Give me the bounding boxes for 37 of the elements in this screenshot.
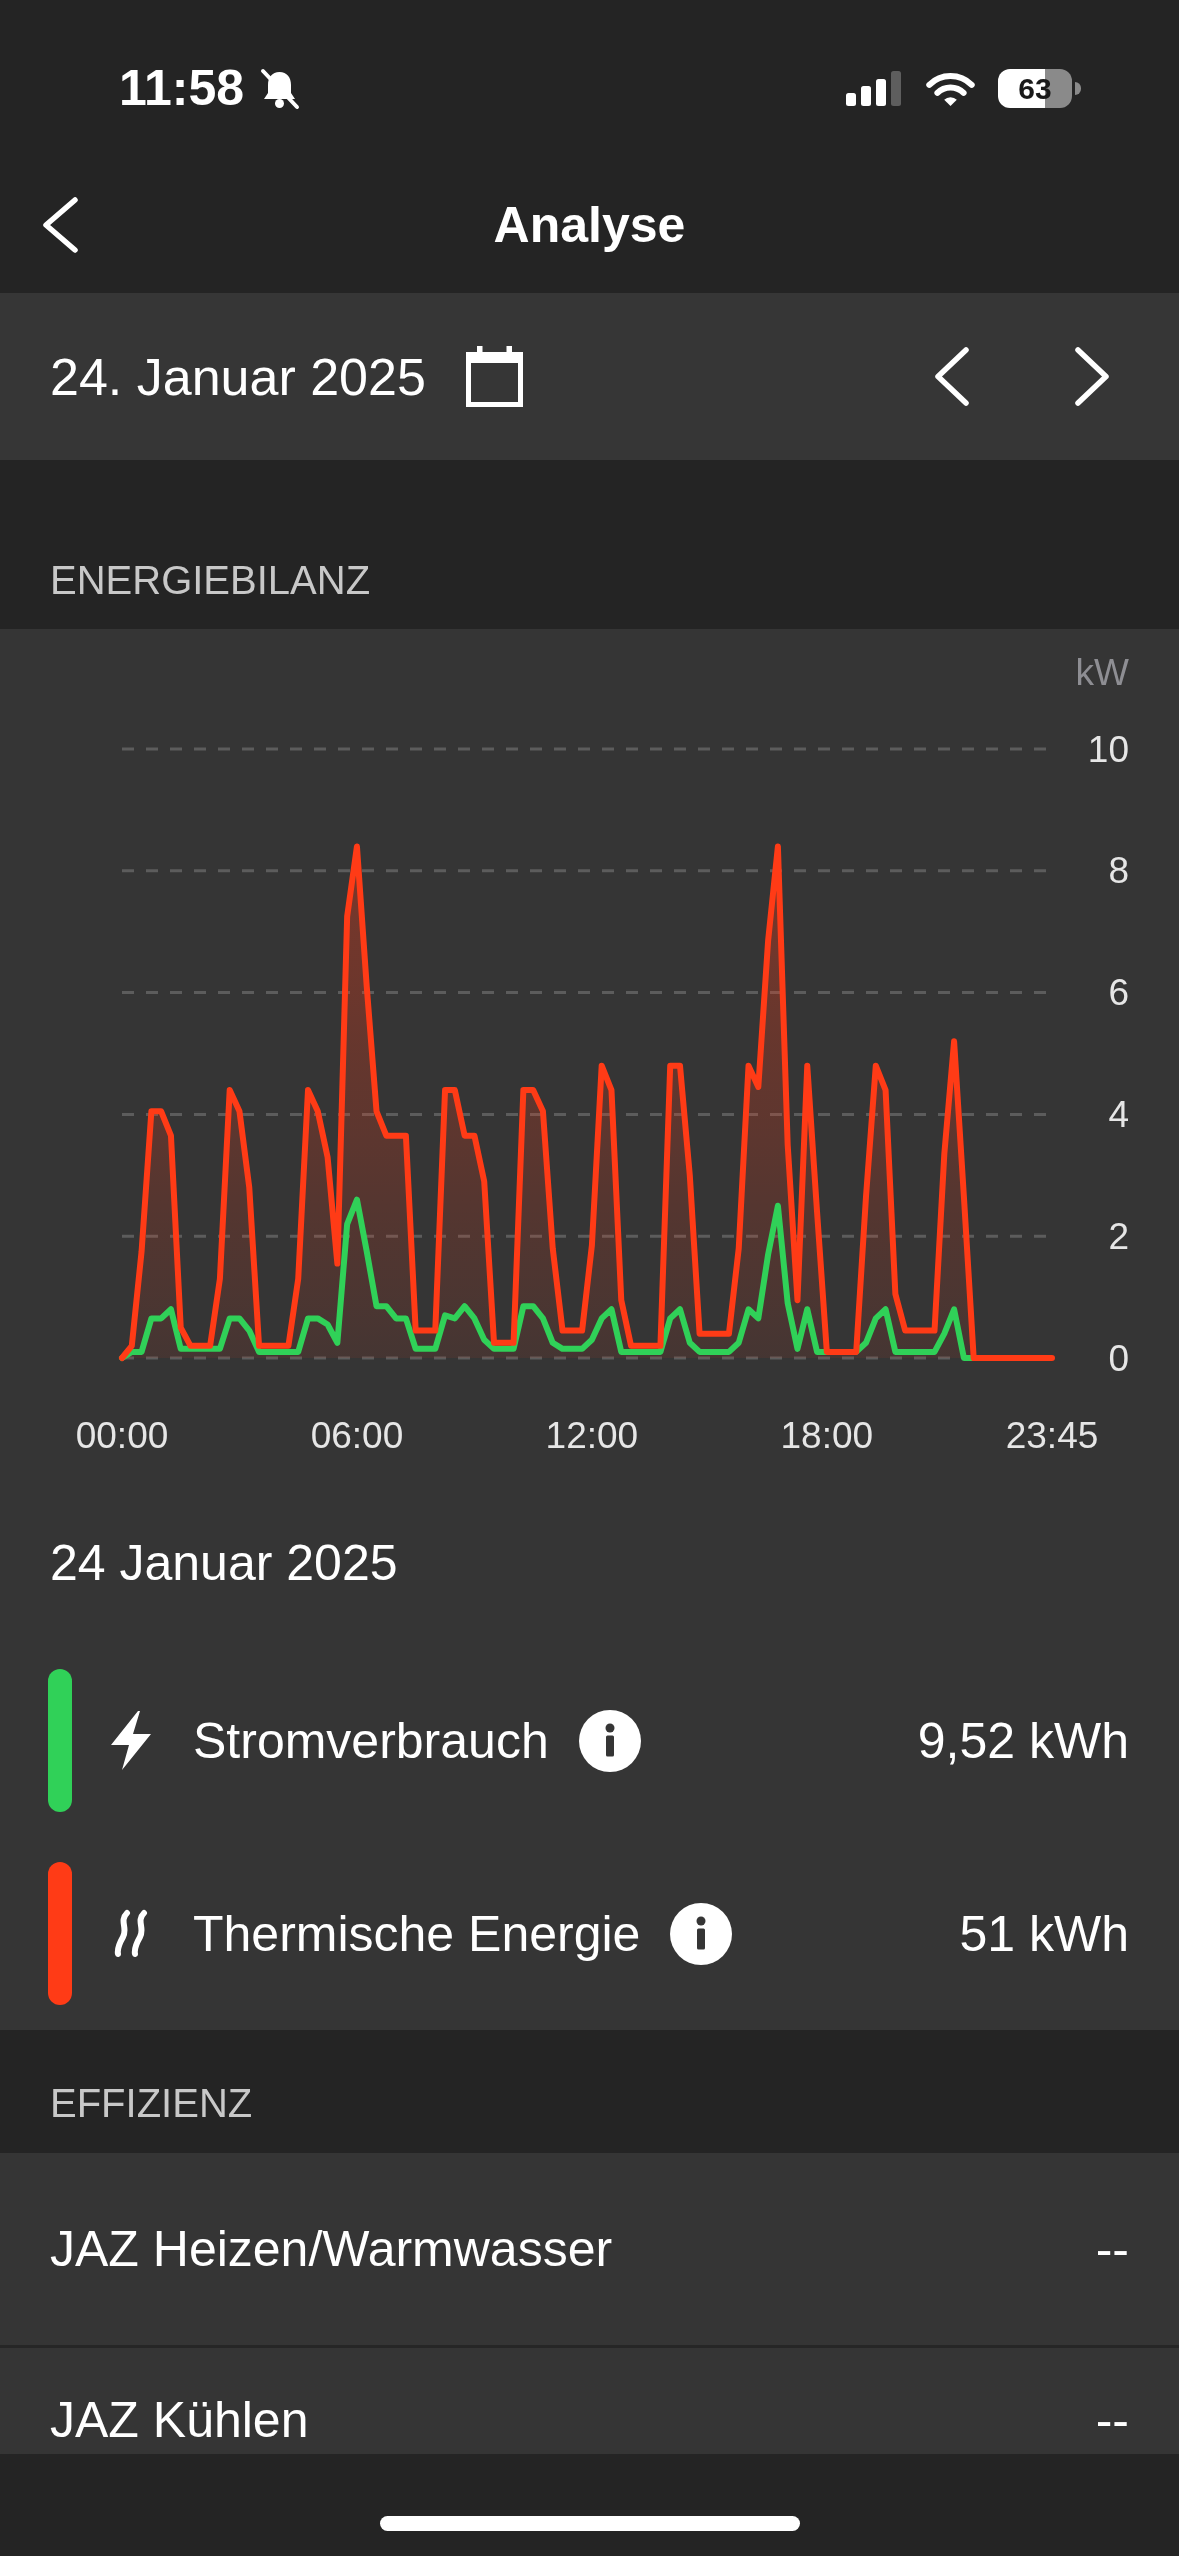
chevron-right-icon: [1074, 347, 1110, 406]
efficiency-value: --: [1095, 2391, 1129, 2450]
legend-value: 51 kWh: [959, 1904, 1129, 1964]
bell-slash-icon: [258, 66, 302, 110]
y-axis-label: 4: [1108, 1093, 1129, 1135]
legend-label: Stromverbrauch: [193, 1711, 549, 1771]
section-heading: ENERGIEBILANZ: [50, 558, 371, 602]
efficiency-label: JAZ Heizen/Warmwasser: [50, 2220, 613, 2279]
calendar-icon[interactable]: [465, 346, 523, 407]
y-axis-label: 2: [1108, 1215, 1129, 1257]
screen-title: Analyse: [493, 195, 686, 255]
efficiency-label: JAZ Kühlen: [50, 2391, 309, 2450]
legend-value: 9,52 kWh: [917, 1711, 1129, 1771]
heat-waves-icon: [112, 1909, 150, 1958]
chevron-left-icon: [42, 196, 79, 253]
legend-label: Thermische Energie: [193, 1904, 641, 1964]
lightning-bolt-icon: [110, 1711, 152, 1770]
x-axis-label: 06:00: [310, 1414, 404, 1456]
y-axis-label: 0: [1108, 1337, 1129, 1379]
status-time: 11:58: [119, 59, 245, 118]
x-axis-label: 12:00: [545, 1414, 639, 1456]
y-axis-unit: kW: [1075, 651, 1129, 693]
summary-date: 24 Januar 2025: [50, 1534, 398, 1592]
info-icon[interactable]: [578, 1709, 641, 1772]
x-axis-label: 18:00: [780, 1414, 874, 1456]
efficiency-value: --: [1095, 2220, 1129, 2279]
y-axis-label: 6: [1108, 972, 1129, 1014]
x-axis-label: 23:45: [1005, 1414, 1099, 1456]
battery-indicator: 63: [998, 68, 1081, 108]
signal-icon: [846, 70, 903, 106]
y-axis-label: 10: [1087, 728, 1129, 770]
y-axis-label: 8: [1108, 850, 1129, 892]
x-axis-label: 00:00: [75, 1414, 169, 1456]
selected-date: 24. Januar 2025: [50, 346, 426, 408]
info-icon[interactable]: [670, 1902, 733, 1965]
section-heading: EFFIZIENZ: [50, 2081, 253, 2125]
chevron-left-icon: [934, 347, 970, 406]
